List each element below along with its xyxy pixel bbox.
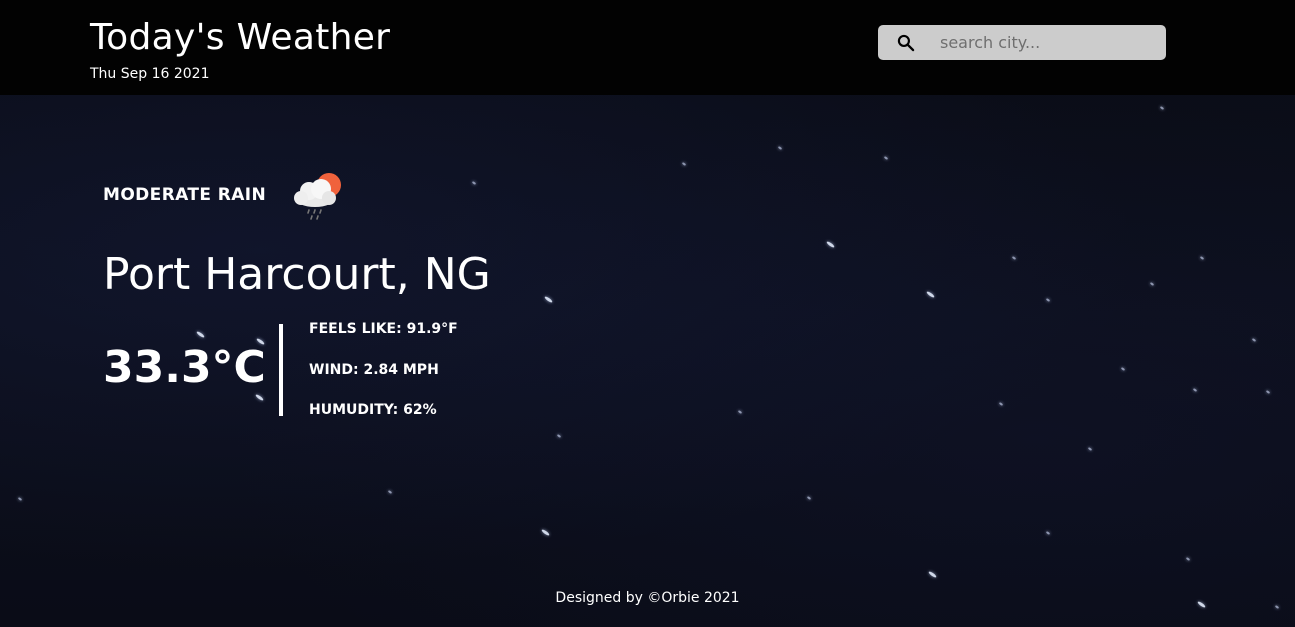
search-box[interactable]: [878, 25, 1166, 60]
rain-drop: [681, 162, 687, 166]
rain-drop: [998, 402, 1004, 406]
rain-drop: [1265, 390, 1271, 394]
rain-drop: [1120, 367, 1126, 371]
rain-drop: [777, 146, 783, 150]
rain-drop: [254, 393, 265, 402]
temperature-value: 33.3°C: [103, 342, 266, 393]
rain-drop: [556, 434, 562, 438]
humidity-value: HUMUDITY: 62%: [309, 402, 437, 418]
rain-drop: [540, 528, 551, 537]
wind-value: WIND: 2.84 MPH: [309, 362, 439, 378]
rain-drop: [927, 570, 938, 579]
rain-drop: [925, 290, 936, 299]
feels-like-value: FEELS LIKE: 91.9°F: [309, 321, 458, 337]
app-header: Today's Weather Thu Sep 16 2021: [0, 0, 1295, 95]
rain-drop: [1045, 531, 1051, 535]
app-title: Today's Weather: [90, 17, 391, 58]
weather-page: Today's Weather Thu Sep 16 2021 MODERATE…: [0, 0, 1295, 627]
rain-drop: [1192, 388, 1198, 392]
rain-drop: [471, 181, 477, 185]
current-date: Thu Sep 16 2021: [90, 66, 210, 82]
rain-cloud-sun-icon: [294, 173, 341, 220]
city-name: Port Harcourt, NG: [103, 249, 491, 300]
rain-drop: [825, 240, 836, 249]
rain-drop: [1045, 298, 1051, 302]
rain-drop: [883, 156, 889, 160]
footer-credit: Designed by ©Orbie 2021: [555, 590, 740, 606]
rain-drop: [1185, 557, 1191, 561]
condition-label: MODERATE RAIN: [103, 185, 267, 205]
rain-drop: [1199, 256, 1205, 260]
rain-drop: [543, 295, 554, 304]
rain-drop: [387, 490, 393, 494]
rain-drop: [806, 496, 812, 500]
rain-drop: [195, 330, 206, 339]
rain-drop: [737, 410, 743, 414]
rain-drop: [17, 497, 23, 501]
rain-drop: [1251, 338, 1257, 342]
search-input[interactable]: [940, 30, 1150, 55]
details-divider: [279, 324, 283, 416]
search-icon[interactable]: [896, 33, 916, 53]
rain-drop: [1087, 447, 1093, 451]
rain-drop: [1011, 256, 1017, 260]
rain-drop: [1149, 282, 1155, 286]
rain-drop: [1159, 106, 1165, 110]
